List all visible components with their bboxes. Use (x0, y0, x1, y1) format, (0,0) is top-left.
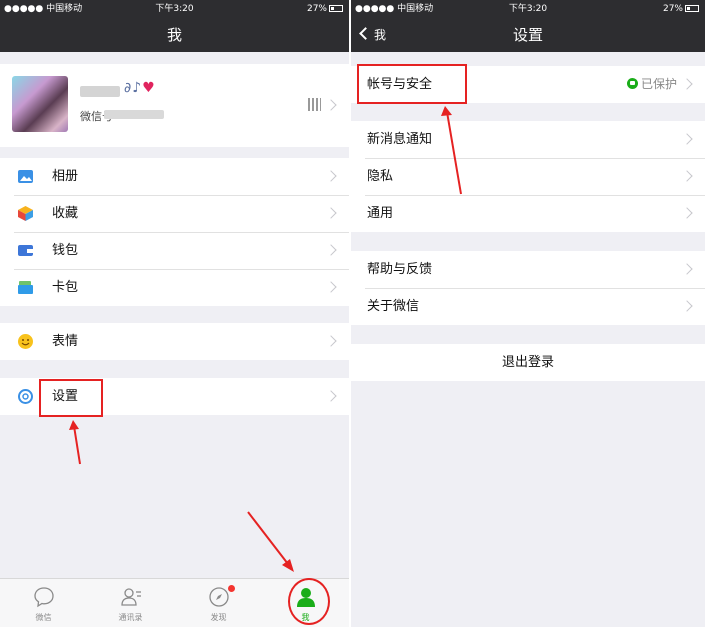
status-bar: ●●●●● 中国移动 下午3:20 27% (0, 0, 349, 18)
clock: 下午3:20 (155, 4, 194, 14)
logout-button[interactable]: 退出登录 (351, 344, 705, 381)
menu-item-label: 钱包 (52, 243, 79, 258)
status-bar: ●●●●● 中国移动 下午3:20 27% (351, 0, 705, 18)
menu-item-label: 相册 (52, 169, 79, 184)
settings-item-label: 隐私 (367, 169, 394, 184)
annotation-box-account-security (357, 64, 467, 104)
nickname-emoji: ∂♪♥ (124, 80, 156, 96)
chevron-right-icon (325, 170, 337, 182)
menu-item-stickers[interactable]: 表情 (0, 323, 349, 360)
annotation-circle-me-tab (288, 578, 330, 625)
battery-icon (329, 5, 343, 12)
settings-item-label: 帮助与反馈 (367, 262, 433, 277)
chevron-right-icon (681, 78, 693, 90)
clock: 下午3:20 (508, 4, 548, 14)
annotation-arrow-account-security (441, 106, 462, 195)
settings-item-about-wechat[interactable]: 关于微信 (351, 288, 705, 325)
annotation-arrow-me-tab (247, 511, 294, 572)
smiley-icon (18, 334, 33, 349)
contacts-icon (121, 588, 141, 606)
chevron-right-icon (325, 281, 337, 293)
page-title: 我 (166, 26, 182, 44)
photo-album-icon (18, 170, 33, 183)
avatar[interactable] (12, 76, 68, 132)
chevron-right-icon (325, 99, 337, 111)
discover-badge-dot (228, 585, 235, 592)
chevron-right-icon (325, 207, 337, 219)
battery-icon (685, 5, 699, 12)
settings-item-help-feedback[interactable]: 帮助与反馈 (351, 251, 705, 288)
settings-item-label: 新消息通知 (367, 132, 433, 147)
menu-item-label: 收藏 (52, 206, 79, 221)
wallet-icon (18, 245, 33, 256)
blurred-wechat-id (104, 110, 164, 119)
chevron-right-icon (681, 300, 693, 312)
qr-code-icon[interactable] (308, 98, 321, 111)
gear-icon (18, 389, 33, 404)
menu-group-stickers: 表情 (0, 323, 349, 360)
menu-item-wallet[interactable]: 钱包 (0, 232, 349, 269)
profile-card[interactable]: ∂♪♥ 微信号 (0, 64, 349, 147)
settings-item-label: 关于微信 (367, 299, 420, 314)
shield-icon (626, 78, 638, 89)
tab-label: 微信 (35, 613, 52, 622)
menu-item-label: 表情 (52, 334, 79, 349)
battery-indicator: 27% (663, 0, 699, 18)
annotation-box-settings (39, 379, 103, 417)
card-holder-icon (18, 281, 33, 294)
chevron-right-icon (681, 263, 693, 275)
chat-bubble-icon (34, 587, 54, 608)
nav-bar: 我 (0, 18, 349, 52)
settings-item-notifications[interactable]: 新消息通知 (351, 121, 705, 158)
settings-item-general[interactable]: 通用 (351, 195, 705, 232)
chevron-right-icon (325, 244, 337, 256)
menu-item-album[interactable]: 相册 (0, 158, 349, 195)
battery-indicator: 27% (307, 0, 343, 18)
tab-chats[interactable]: 微信 (0, 579, 87, 627)
settings-item-privacy[interactable]: 隐私 (351, 158, 705, 195)
menu-group-services: 相册 收藏 钱包 卡包 (0, 158, 349, 306)
nav-bar: 我 设置 (351, 18, 705, 52)
chevron-right-icon (681, 133, 693, 145)
me-screen: ●●●●● 中国移动 下午3:20 27% 我 ∂♪♥ 微信号 相册 收藏 钱包 (0, 0, 349, 627)
chevron-right-icon (325, 335, 337, 347)
settings-group-about: 帮助与反馈 关于微信 (351, 251, 705, 325)
tab-discover[interactable]: 发现 (175, 579, 262, 627)
menu-item-label: 卡包 (52, 280, 79, 295)
chevron-right-icon (681, 207, 693, 219)
settings-item-label: 通用 (367, 206, 394, 221)
tab-label: 发现 (210, 613, 227, 622)
settings-group-general: 新消息通知 隐私 通用 (351, 121, 705, 232)
protection-status: 已保护 (626, 66, 677, 103)
favorites-cube-icon (18, 206, 33, 221)
chevron-right-icon (681, 170, 693, 182)
tab-label: 通讯录 (118, 613, 143, 622)
page-title: 设置 (512, 26, 543, 44)
tab-contacts[interactable]: 通讯录 (87, 579, 174, 627)
chevron-right-icon (325, 390, 337, 402)
blurred-nickname (80, 86, 120, 97)
menu-item-favorites[interactable]: 收藏 (0, 195, 349, 232)
annotation-arrow-settings (69, 420, 81, 465)
settings-screen: ●●●●● 中国移动 下午3:20 27% 我 设置 帐号与安全 已保护 新消息… (351, 0, 705, 627)
menu-item-card-holder[interactable]: 卡包 (0, 269, 349, 306)
